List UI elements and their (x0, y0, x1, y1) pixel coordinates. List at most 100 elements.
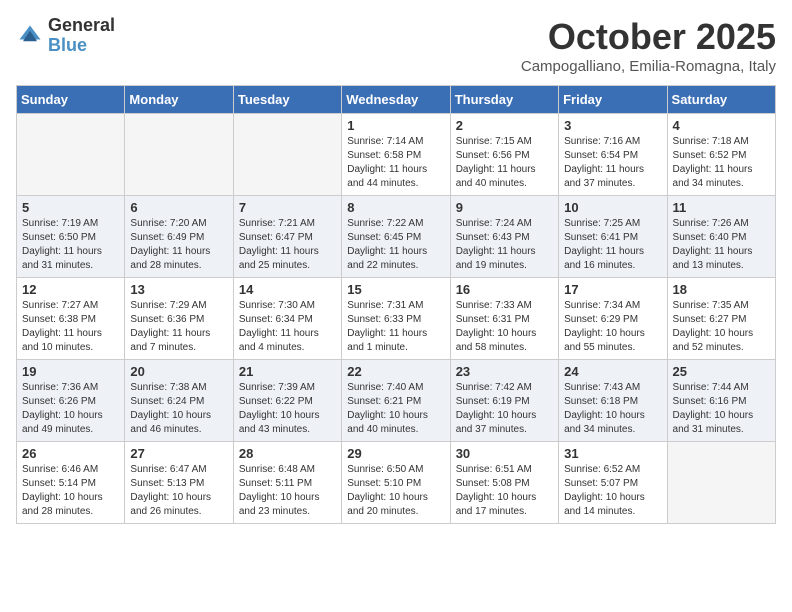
day-info: Sunrise: 7:35 AMSunset: 6:27 PMDaylight:… (673, 299, 770, 355)
day-info: Sunrise: 7:22 AMSunset: 6:45 PMDaylight:… (347, 217, 444, 273)
day-number: 13 (130, 282, 227, 297)
day-info: Sunrise: 7:15 AMSunset: 6:56 PMDaylight:… (456, 135, 553, 191)
day-info: Sunrise: 7:40 AMSunset: 6:21 PMDaylight:… (347, 381, 444, 437)
day-number: 22 (347, 364, 444, 379)
calendar-cell: 14 Sunrise: 7:30 AMSunset: 6:34 PMDayligh… (233, 278, 341, 360)
calendar-cell: 9Sunrise: 7:24 AMSunset: 6:43 PMDaylight… (450, 196, 558, 278)
calendar-cell: 7Sunrise: 7:21 AMSunset: 6:47 PMDaylight… (233, 196, 341, 278)
day-info: Sunrise: 7:20 AMSunset: 6:49 PMDaylight:… (130, 217, 227, 273)
calendar-cell (17, 114, 125, 196)
logo-icon (16, 22, 44, 50)
calendar-table: SundayMondayTuesdayWednesdayThursdayFrid… (16, 85, 776, 524)
day-number: 28 (239, 446, 336, 461)
day-number: 17 (564, 282, 661, 297)
calendar-week-row: 26Sunrise: 6:46 AMSunset: 5:14 PMDayligh… (17, 442, 776, 524)
day-number: 21 (239, 364, 336, 379)
calendar-cell: 2 Sunrise: 7:15 AMSunset: 6:56 PMDaylight… (450, 114, 558, 196)
day-number: 5 (22, 200, 119, 215)
calendar-week-row: 19Sunrise: 7:36 AMSunset: 6:26 PMDayligh… (17, 360, 776, 442)
calendar-cell: 31 Sunrise: 6:52 AMSunset: 5:07 PMDayligh… (559, 442, 667, 524)
calendar-cell: 8Sunrise: 7:22 AMSunset: 6:45 PMDaylight… (342, 196, 450, 278)
calendar-week-row: 1 Sunrise: 7:14 AMSunset: 6:58 PMDaylight… (17, 114, 776, 196)
title-area: October 2025 Campogalliano, Emilia-Romag… (521, 16, 776, 75)
calendar-week-row: 5 Sunrise: 7:19 AMSunset: 6:50 PMDaylight… (17, 196, 776, 278)
day-number: 1 (347, 118, 444, 133)
weekday-header-thursday: Thursday (450, 86, 558, 114)
calendar-cell: 1 Sunrise: 7:14 AMSunset: 6:58 PMDaylight… (342, 114, 450, 196)
day-info: Sunrise: 7:38 AMSunset: 6:24 PMDaylight:… (130, 381, 227, 437)
page-header: General Blue October 2025 Campogalliano,… (16, 16, 776, 75)
weekday-header-row: SundayMondayTuesdayWednesdayThursdayFrid… (17, 86, 776, 114)
day-number: 29 (347, 446, 444, 461)
day-info: Sunrise: 7:26 AMSunset: 6:40 PMDaylight:… (673, 217, 770, 273)
day-info: Sunrise: 6:52 AMSunset: 5:07 PMDaylight:… (564, 463, 661, 519)
day-number: 19 (22, 364, 119, 379)
logo: General Blue (16, 16, 115, 56)
day-number: 23 (456, 364, 553, 379)
calendar-cell: 19Sunrise: 7:36 AMSunset: 6:26 PMDayligh… (17, 360, 125, 442)
day-info: Sunrise: 7:31 AMSunset: 6:33 PMDaylight:… (347, 299, 444, 355)
day-number: 20 (130, 364, 227, 379)
day-number: 25 (673, 364, 770, 379)
day-info: Sunrise: 7:29 AMSunset: 6:36 PMDaylight:… (130, 299, 227, 355)
calendar-cell: 3Sunrise: 7:16 AMSunset: 6:54 PMDaylight… (559, 114, 667, 196)
day-number: 2 (456, 118, 553, 133)
day-number: 18 (673, 282, 770, 297)
day-number: 3 (564, 118, 661, 133)
calendar-cell: 6 Sunrise: 7:20 AMSunset: 6:49 PMDaylight… (125, 196, 233, 278)
weekday-header-friday: Friday (559, 86, 667, 114)
calendar-cell: 28 Sunrise: 6:48 AMSunset: 5:11 PMDayligh… (233, 442, 341, 524)
calendar-cell: 10 Sunrise: 7:25 AMSunset: 6:41 PMDayligh… (559, 196, 667, 278)
calendar-cell: 12Sunrise: 7:27 AMSunset: 6:38 PMDayligh… (17, 278, 125, 360)
day-number: 4 (673, 118, 770, 133)
weekday-header-monday: Monday (125, 86, 233, 114)
day-number: 10 (564, 200, 661, 215)
calendar-cell: 18 Sunrise: 7:35 AMSunset: 6:27 PMDayligh… (667, 278, 775, 360)
day-number: 31 (564, 446, 661, 461)
day-number: 15 (347, 282, 444, 297)
calendar-cell: 4 Sunrise: 7:18 AMSunset: 6:52 PMDaylight… (667, 114, 775, 196)
day-info: Sunrise: 7:25 AMSunset: 6:41 PMDaylight:… (564, 217, 661, 273)
day-number: 11 (673, 200, 770, 215)
calendar-cell (667, 442, 775, 524)
day-number: 27 (130, 446, 227, 461)
day-number: 26 (22, 446, 119, 461)
weekday-header-sunday: Sunday (17, 86, 125, 114)
calendar-cell: 15 Sunrise: 7:31 AMSunset: 6:33 PMDayligh… (342, 278, 450, 360)
location: Campogalliano, Emilia-Romagna, Italy (521, 58, 776, 75)
weekday-header-wednesday: Wednesday (342, 86, 450, 114)
calendar-cell: 21 Sunrise: 7:39 AMSunset: 6:22 PMDayligh… (233, 360, 341, 442)
calendar-cell: 5 Sunrise: 7:19 AMSunset: 6:50 PMDaylight… (17, 196, 125, 278)
calendar-cell: 26Sunrise: 6:46 AMSunset: 5:14 PMDayligh… (17, 442, 125, 524)
calendar-cell: 29 Sunrise: 6:50 AMSunset: 5:10 PMDayligh… (342, 442, 450, 524)
calendar-cell: 23 Sunrise: 7:42 AMSunset: 6:19 PMDayligh… (450, 360, 558, 442)
day-info: Sunrise: 7:18 AMSunset: 6:52 PMDaylight:… (673, 135, 770, 191)
day-info: Sunrise: 7:34 AMSunset: 6:29 PMDaylight:… (564, 299, 661, 355)
day-info: Sunrise: 6:48 AMSunset: 5:11 PMDaylight:… (239, 463, 336, 519)
calendar-cell: 27 Sunrise: 6:47 AMSunset: 5:13 PMDayligh… (125, 442, 233, 524)
day-info: Sunrise: 7:19 AMSunset: 6:50 PMDaylight:… (22, 217, 119, 273)
day-info: Sunrise: 7:30 AMSunset: 6:34 PMDaylight:… (239, 299, 336, 355)
day-number: 14 (239, 282, 336, 297)
logo-general-text: General (48, 16, 115, 36)
calendar-cell: 13 Sunrise: 7:29 AMSunset: 6:36 PMDayligh… (125, 278, 233, 360)
calendar-cell: 22 Sunrise: 7:40 AMSunset: 6:21 PMDayligh… (342, 360, 450, 442)
day-info: Sunrise: 7:14 AMSunset: 6:58 PMDaylight:… (347, 135, 444, 191)
day-info: Sunrise: 7:27 AMSunset: 6:38 PMDaylight:… (22, 299, 119, 355)
calendar-cell (125, 114, 233, 196)
calendar-cell: 24Sunrise: 7:43 AMSunset: 6:18 PMDayligh… (559, 360, 667, 442)
month-title: October 2025 (521, 16, 776, 58)
calendar-cell: 25Sunrise: 7:44 AMSunset: 6:16 PMDayligh… (667, 360, 775, 442)
day-info: Sunrise: 7:33 AMSunset: 6:31 PMDaylight:… (456, 299, 553, 355)
logo-text: General Blue (48, 16, 115, 56)
calendar-cell: 17 Sunrise: 7:34 AMSunset: 6:29 PMDayligh… (559, 278, 667, 360)
day-info: Sunrise: 7:39 AMSunset: 6:22 PMDaylight:… (239, 381, 336, 437)
day-number: 6 (130, 200, 227, 215)
day-info: Sunrise: 6:51 AMSunset: 5:08 PMDaylight:… (456, 463, 553, 519)
day-info: Sunrise: 6:47 AMSunset: 5:13 PMDaylight:… (130, 463, 227, 519)
day-number: 24 (564, 364, 661, 379)
day-info: Sunrise: 6:50 AMSunset: 5:10 PMDaylight:… (347, 463, 444, 519)
calendar-cell: 20 Sunrise: 7:38 AMSunset: 6:24 PMDayligh… (125, 360, 233, 442)
weekday-header-saturday: Saturday (667, 86, 775, 114)
day-info: Sunrise: 7:42 AMSunset: 6:19 PMDaylight:… (456, 381, 553, 437)
